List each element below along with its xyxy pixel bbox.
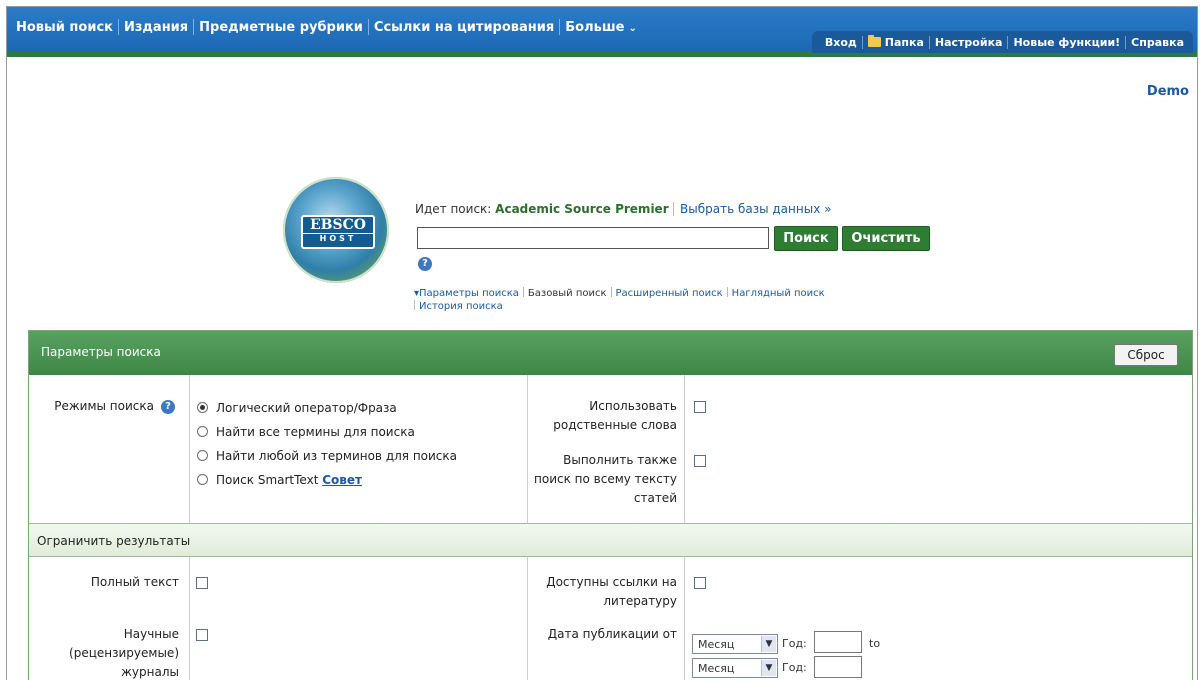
logo-text: EBSCO [310,217,366,233]
search-modes-label: Режимы поиска [54,399,154,413]
basic-search-link[interactable]: Базовый поиск [528,288,607,299]
search-button[interactable]: Поиск [774,226,838,251]
column-divider [684,375,685,523]
link-separator [414,300,415,310]
reset-button[interactable]: Сброс [1114,344,1178,366]
limit-results-title: Ограничить результаты [37,534,191,548]
browser-content: Новый поиск Издания Предметные рубрики С… [6,6,1198,680]
searching-prefix: Идет поиск: [415,202,492,216]
smarttext-tip-link[interactable]: Совет [322,473,362,487]
advanced-search-link[interactable]: Расширенный поиск [616,288,723,299]
peer-reviewed-checkbox[interactable] [196,629,208,641]
logo-badge: EBSCO HOST [301,215,375,249]
new-features-link[interactable]: Новые функции! [1008,36,1125,49]
nav-more-label: Больше [565,19,625,35]
top-navigation: Новый поиск Издания Предметные рубрики С… [7,7,1197,57]
mode-option[interactable]: Найти все термины для поиска [197,425,415,439]
references-label: Доступны ссылки на литературу [546,575,677,608]
mode-label: Логический оператор/Фраза [216,401,397,415]
mode-label: Поиск SmartText [216,473,319,487]
related-words-label: Использовать родственные слова [553,399,677,432]
help-icon[interactable]: ? [161,400,175,414]
column-divider [684,557,685,680]
search-options-link[interactable]: ▾Параметры поиска [414,288,519,299]
column-divider [189,375,190,523]
panel-title: Параметры поиска [41,345,161,359]
mode-label: Найти любой из терминов для поиска [216,449,458,463]
radio-selected-icon[interactable] [197,402,208,413]
searching-label: Идет поиск: Academic Source Premier [415,202,669,216]
chevron-down-icon: ▼ [761,660,776,676]
radio-icon[interactable] [197,450,208,461]
sign-in-link[interactable]: Вход [820,36,862,49]
search-modes-section: Режимы поиска ? Логический оператор/Фраз… [29,375,1192,523]
year-label: Год: [782,661,807,674]
nav-cited-references[interactable]: Ссылки на цитирования [369,20,559,35]
ebscohost-logo: EBSCO HOST [283,177,389,283]
mode-option[interactable]: Логический оператор/Фраза [197,401,397,415]
radio-icon[interactable] [197,474,208,485]
radio-icon[interactable] [197,426,208,437]
pub-date-from-year-input[interactable] [814,631,862,653]
folder-label: Папка [884,35,924,49]
search-history-link[interactable]: История поиска [419,301,503,312]
user-name[interactable]: Demo [1147,84,1189,99]
limits-section: Полный текст Научные (рецензируемые) жур… [29,557,1192,680]
year-label: Год: [782,637,807,650]
link-separator [522,287,524,297]
nav-publications[interactable]: Издания [119,20,193,35]
logo-subtext: HOST [303,233,373,244]
search-input[interactable] [417,227,769,249]
visual-search-link[interactable]: Наглядный поиск [732,288,825,299]
mode-option[interactable]: Поиск SmartText Совет [197,473,362,487]
chevron-down-icon: ⌄ [628,22,637,34]
pub-date-to-month-select[interactable]: Месяц ▼ [692,658,778,678]
references-checkbox[interactable] [694,577,706,589]
folder-link[interactable]: Папка [863,34,929,49]
chevron-down-icon: ▼ [761,636,776,652]
main-menu: Новый поиск Издания Предметные рубрики С… [11,19,642,35]
pub-date-to-year-input[interactable] [814,656,862,678]
preferences-link[interactable]: Настройка [930,36,1008,49]
to-label: to [869,637,881,650]
month-value: Месяц [698,638,735,651]
utility-menu: Вход Папка Настройка Новые функции! Спра… [811,31,1193,53]
mode-option[interactable]: Найти любой из терминов для поиска [197,449,457,463]
link-separator [726,287,728,297]
full-text-checkbox[interactable] [196,577,208,589]
month-value: Месяц [698,662,735,675]
search-options-panel: Параметры поиска Сброс Режимы поиска ? Л… [28,330,1193,680]
clear-button[interactable]: Очистить [842,226,930,251]
fulltext-search-label: Выполнить также поиск по всему тексту ст… [534,453,677,505]
panel-header: Параметры поиска Сброс [29,331,1192,375]
link-separator [610,287,612,297]
nav-new-search[interactable]: Новый поиск [11,20,118,35]
limit-results-header: Ограничить результаты [29,523,1192,557]
search-options-label: Параметры поиска [419,288,519,299]
help-icon[interactable]: ? [418,257,432,271]
nav-subject-terms[interactable]: Предметные рубрики [194,20,368,35]
peer-reviewed-label: Научные (рецензируемые) журналы [69,627,179,679]
column-divider [189,557,190,680]
mode-label: Найти все термины для поиска [216,425,415,439]
pub-date-from-month-select[interactable]: Месяц ▼ [692,634,778,654]
nav-more[interactable]: Больше ⌄ [560,20,642,35]
pub-date-label: Дата публикации от [547,627,677,641]
fulltext-search-checkbox[interactable] [694,455,706,467]
full-text-label: Полный текст [90,575,179,589]
related-words-checkbox[interactable] [694,401,706,413]
choose-databases-link[interactable]: Выбрать базы данных » [673,202,831,216]
column-divider [527,557,528,680]
database-name: Academic Source Premier [495,202,669,216]
help-link[interactable]: Справка [1126,36,1189,49]
folder-icon [867,34,881,47]
search-links: ▾Параметры поиска Базовый поиск Расширенны… [414,287,874,313]
